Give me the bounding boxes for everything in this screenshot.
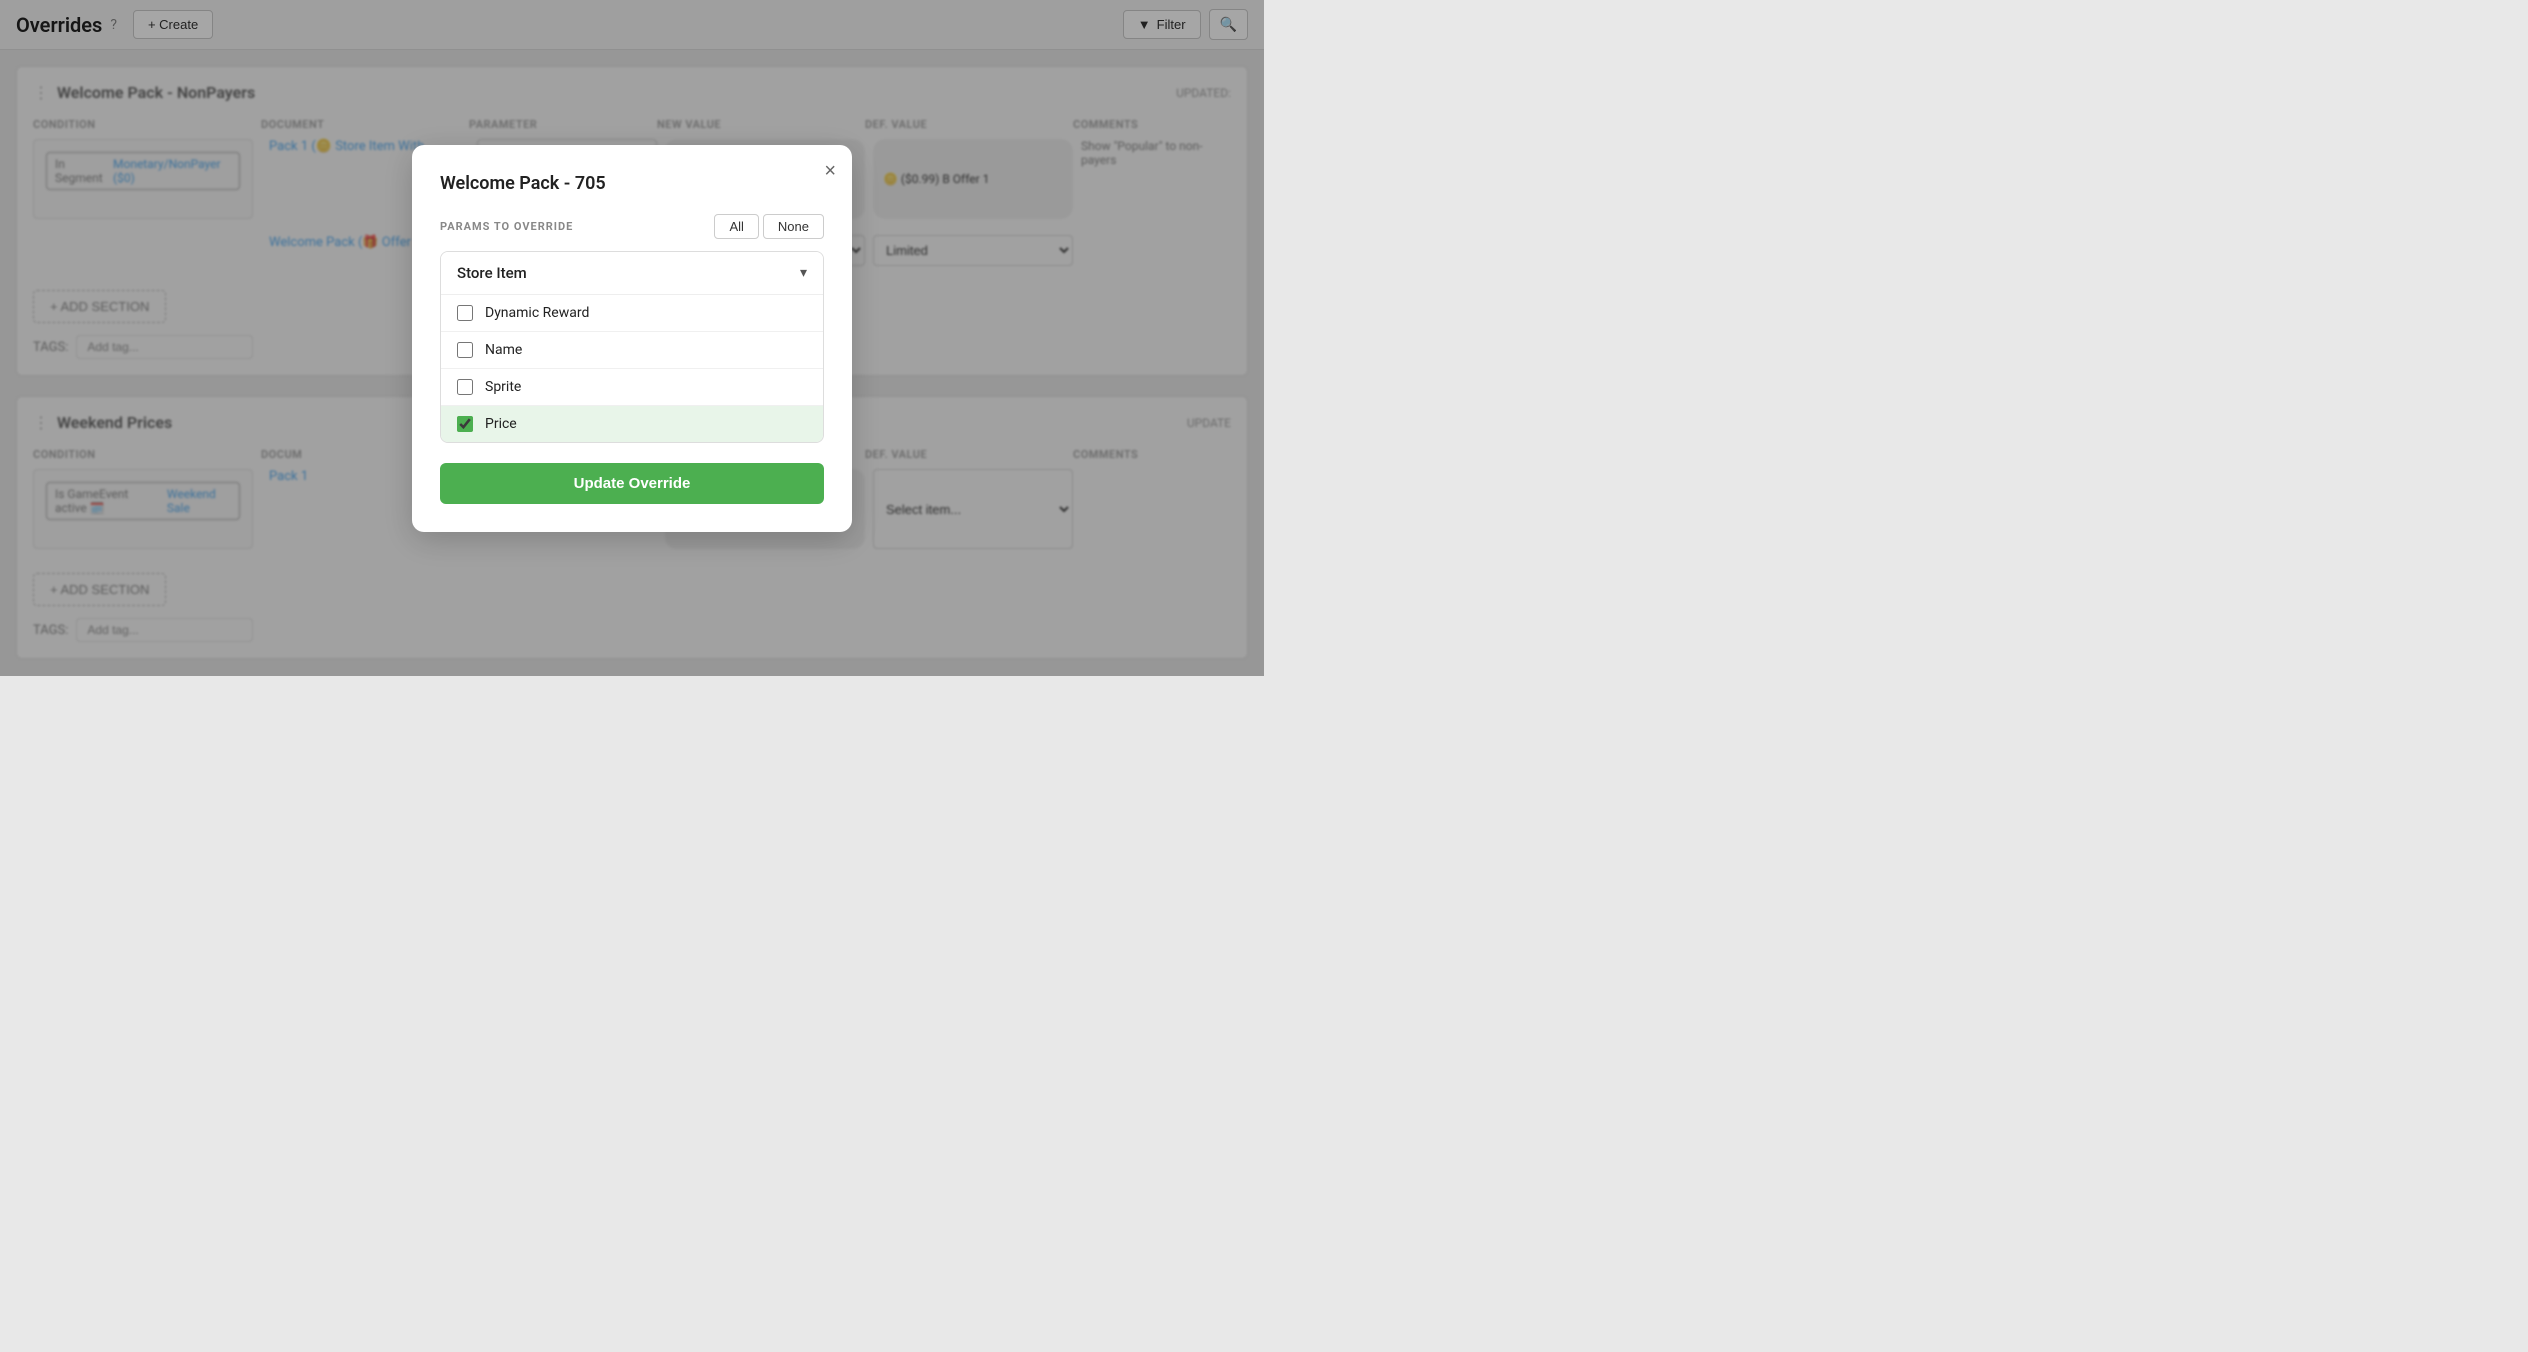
modal-close-button[interactable]: × [824, 161, 836, 181]
dynamic-reward-label[interactable]: Dynamic Reward [485, 305, 589, 321]
checkbox-item-dynamic-reward: Dynamic Reward [441, 295, 823, 332]
dropdown-label: Store Item [457, 264, 527, 282]
none-button[interactable]: None [763, 214, 824, 239]
update-override-button[interactable]: Update Override [440, 463, 824, 504]
sprite-label[interactable]: Sprite [485, 379, 521, 395]
checkbox-item-name: Name [441, 332, 823, 369]
params-label: PARAMS TO OVERRIDE [440, 220, 573, 233]
checkbox-item-price: Price [441, 406, 823, 442]
store-item-dropdown[interactable]: Store Item ▾ [441, 252, 823, 295]
params-buttons: All None [714, 214, 824, 239]
checkbox-container: Store Item ▾ Dynamic Reward Name Sprite [440, 251, 824, 443]
chevron-down-icon: ▾ [800, 265, 807, 281]
modal-title: Welcome Pack - 705 [440, 173, 824, 194]
price-label[interactable]: Price [485, 416, 517, 432]
name-label[interactable]: Name [485, 342, 522, 358]
sprite-checkbox[interactable] [457, 379, 473, 395]
name-checkbox[interactable] [457, 342, 473, 358]
modal-dialog: × Welcome Pack - 705 PARAMS TO OVERRIDE … [412, 145, 852, 532]
modal-overlay[interactable]: × Welcome Pack - 705 PARAMS TO OVERRIDE … [0, 0, 1264, 676]
params-header: PARAMS TO OVERRIDE All None [440, 214, 824, 239]
dynamic-reward-checkbox[interactable] [457, 305, 473, 321]
all-button[interactable]: All [714, 214, 758, 239]
price-checkbox[interactable] [457, 416, 473, 432]
checkbox-item-sprite: Sprite [441, 369, 823, 406]
